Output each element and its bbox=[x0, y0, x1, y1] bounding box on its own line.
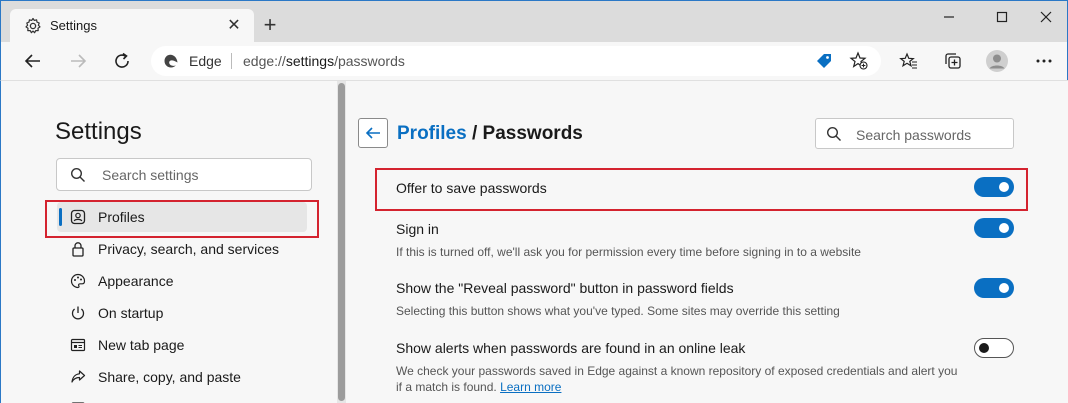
offer-to-save-highlight-box bbox=[375, 168, 1028, 211]
search-passwords-input[interactable]: Search passwords bbox=[815, 118, 1014, 149]
site-label: Edge bbox=[189, 53, 222, 69]
sidebar-item-partial bbox=[57, 394, 307, 403]
url-host: settings bbox=[285, 53, 335, 69]
add-favorite-icon[interactable] bbox=[849, 51, 869, 76]
scrollbar-thumb[interactable] bbox=[338, 83, 345, 401]
sidebar-item-label: New tab page bbox=[98, 337, 185, 353]
toggle-knob bbox=[979, 343, 989, 353]
close-tab-icon[interactable]: ✕ bbox=[224, 15, 244, 35]
search-passwords-placeholder: Search passwords bbox=[856, 127, 972, 143]
breadcrumb-separator: / bbox=[471, 123, 478, 144]
sidebar-item-privacy[interactable]: Privacy, search, and services bbox=[57, 234, 307, 264]
sidebar-item-share-copy-paste[interactable]: Share, copy, and paste bbox=[57, 362, 307, 392]
browser-toolbar: Edge edge://settings/passwords bbox=[0, 42, 1068, 80]
appearance-icon bbox=[69, 272, 87, 290]
more-options-icon[interactable] bbox=[1031, 48, 1057, 74]
tab-settings[interactable]: Settings ✕ bbox=[10, 9, 254, 43]
address-bar[interactable]: Edge edge://settings/passwords bbox=[151, 46, 881, 76]
reveal-password-toggle[interactable] bbox=[974, 278, 1014, 298]
sidebar-item-on-startup[interactable]: On startup bbox=[57, 298, 307, 328]
share-icon bbox=[69, 368, 87, 386]
newtab-icon bbox=[69, 336, 87, 354]
sidebar-scrollbar[interactable] bbox=[337, 81, 346, 403]
sidebar-item-label: Privacy, search, and services bbox=[98, 241, 280, 257]
new-tab-button[interactable]: + bbox=[259, 12, 281, 37]
setting-sign-in: Sign in If this is turned off, we'll ask… bbox=[396, 221, 1016, 260]
setting-description: If this is turned off, we'll ask you for… bbox=[396, 245, 861, 259]
toggle-knob bbox=[999, 223, 1009, 233]
forward-icon[interactable] bbox=[65, 48, 91, 74]
profile-avatar-icon[interactable] bbox=[984, 48, 1010, 74]
back-button[interactable] bbox=[358, 118, 388, 148]
url-scheme: edge:// bbox=[243, 53, 286, 69]
power-icon bbox=[69, 304, 87, 322]
close-window-icon[interactable] bbox=[1023, 7, 1068, 27]
sidebar-item-label: Share, copy, and paste bbox=[98, 369, 241, 385]
sidebar-item-appearance[interactable]: Appearance bbox=[57, 266, 307, 296]
address-divider bbox=[231, 53, 232, 69]
coupon-tag-icon[interactable] bbox=[815, 52, 833, 75]
favorites-icon[interactable] bbox=[895, 48, 921, 74]
lock-icon bbox=[69, 240, 87, 258]
setting-title: Show the "Reveal password" button in pas… bbox=[396, 280, 734, 296]
collections-icon[interactable] bbox=[940, 48, 966, 74]
tab-title: Settings bbox=[50, 18, 97, 33]
minimize-icon[interactable] bbox=[926, 7, 972, 27]
refresh-icon[interactable] bbox=[109, 48, 135, 74]
breadcrumb: Profiles / Passwords bbox=[397, 123, 583, 145]
maximize-icon[interactable] bbox=[979, 7, 1025, 27]
learn-more-link[interactable]: Learn more bbox=[500, 380, 561, 394]
sidebar-item-label: Appearance bbox=[98, 273, 174, 289]
setting-title: Sign in bbox=[396, 221, 439, 237]
search-icon bbox=[826, 126, 842, 147]
profiles-highlight-box bbox=[45, 200, 319, 238]
edge-logo-icon bbox=[163, 53, 179, 69]
setting-leak-alerts: Show alerts when passwords are found in … bbox=[396, 340, 1016, 395]
sign-in-toggle[interactable] bbox=[974, 218, 1014, 238]
gear-icon bbox=[24, 17, 42, 35]
toggle-knob bbox=[999, 283, 1009, 293]
url-text: edge://settings/passwords bbox=[243, 53, 405, 69]
sidebar-item-new-tab-page[interactable]: New tab page bbox=[57, 330, 307, 360]
url-path: /passwords bbox=[334, 53, 405, 69]
setting-reveal-password: Show the "Reveal password" button in pas… bbox=[396, 280, 1016, 319]
page-title: Passwords bbox=[482, 123, 583, 144]
setting-title: Show alerts when passwords are found in … bbox=[396, 340, 746, 356]
search-settings-placeholder: Search settings bbox=[102, 167, 199, 183]
setting-description: Selecting this button shows what you've … bbox=[396, 304, 840, 318]
settings-page: Settings Search settings Profiles Privac… bbox=[0, 80, 1068, 403]
leak-alerts-description: We check your passwords saved in Edge ag… bbox=[396, 364, 958, 394]
setting-description: We check your passwords saved in Edge ag… bbox=[396, 363, 966, 395]
sidebar-item-label: On startup bbox=[98, 305, 164, 321]
leak-alerts-toggle[interactable] bbox=[974, 338, 1014, 358]
sidebar-title: Settings bbox=[55, 118, 142, 145]
search-icon bbox=[70, 167, 86, 188]
back-icon[interactable] bbox=[20, 48, 46, 74]
title-bar: Settings ✕ + bbox=[0, 0, 1068, 43]
breadcrumb-profiles-link[interactable]: Profiles bbox=[397, 123, 467, 144]
search-settings-input[interactable]: Search settings bbox=[56, 158, 312, 191]
